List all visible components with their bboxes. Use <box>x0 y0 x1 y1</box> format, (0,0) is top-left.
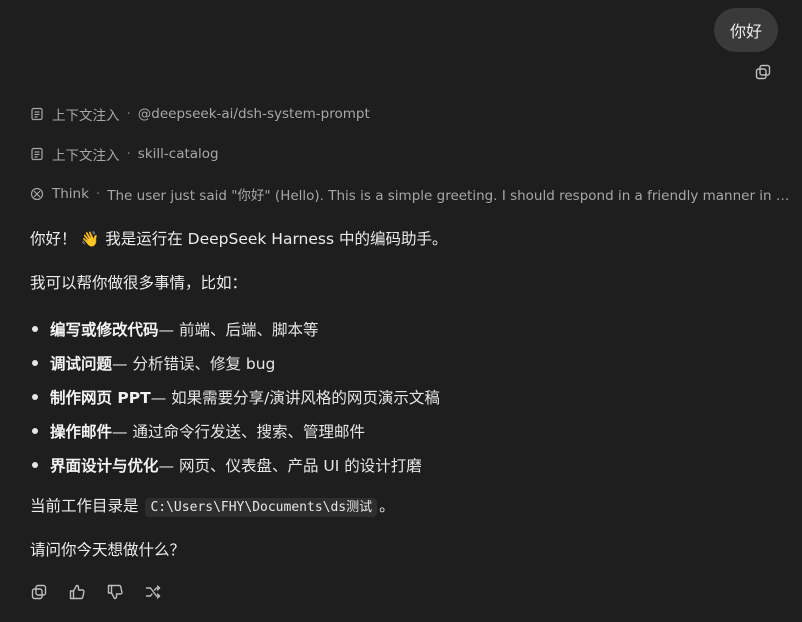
regenerate-icon[interactable] <box>144 583 162 601</box>
list-item: 编写或修改代码 — 前端、后端、脚本等 <box>30 312 440 346</box>
user-message-bubble: 你好 <box>714 8 778 52</box>
message-actions <box>30 583 162 601</box>
context-injection-row[interactable]: 上下文注入 · @deepseek-ai/dsh-system-prompt <box>30 104 370 124</box>
reply-greeting: 你好！ 👋 我是运行在 DeepSeek Harness 中的编码助手。 <box>30 230 448 248</box>
context-label: 上下文注入 <box>52 108 120 124</box>
document-icon <box>30 147 44 161</box>
list-item: 调试问题 — 分析错误、修复 bug <box>30 346 440 380</box>
reply-cwd: 当前工作目录是 C:\Users\FHY\Documents\ds测试。 <box>30 497 395 517</box>
brain-icon <box>30 187 44 201</box>
cwd-path-code: C:\Users\FHY\Documents\ds测试 <box>145 498 378 517</box>
think-text: The user just said "你好" (Hello). This is… <box>107 188 790 204</box>
reply-question: 请问你今天想做什么？ <box>30 541 186 559</box>
document-icon <box>30 107 44 121</box>
think-row[interactable]: Think · The user just said "你好" (Hello).… <box>30 184 790 204</box>
context-value: @deepseek-ai/dsh-system-prompt <box>137 106 370 122</box>
waving-hand-icon: 👋 <box>80 230 100 248</box>
copy-icon[interactable] <box>30 583 48 601</box>
context-injection-row[interactable]: 上下文注入 · skill-catalog <box>30 144 219 164</box>
context-label: 上下文注入 <box>52 148 120 164</box>
thumbs-down-icon[interactable] <box>106 583 124 601</box>
reply-intro: 我可以帮你做很多事情，比如： <box>30 274 248 292</box>
list-item: 操作邮件 — 通过命令行发送、搜索、管理邮件 <box>30 414 440 448</box>
thumbs-up-icon[interactable] <box>68 583 86 601</box>
capability-list: 编写或修改代码 — 前端、后端、脚本等 调试问题 — 分析错误、修复 bug 制… <box>30 312 440 482</box>
list-item: 制作网页 PPT — 如果需要分享/演讲风格的网页演示文稿 <box>30 380 440 414</box>
user-message-text: 你好 <box>729 22 762 41</box>
think-label: Think <box>52 186 89 202</box>
context-value: skill-catalog <box>137 146 219 162</box>
copy-icon[interactable] <box>754 63 772 81</box>
list-item: 界面设计与优化 — 网页、仪表盘、产品 UI 的设计打磨 <box>30 448 440 482</box>
